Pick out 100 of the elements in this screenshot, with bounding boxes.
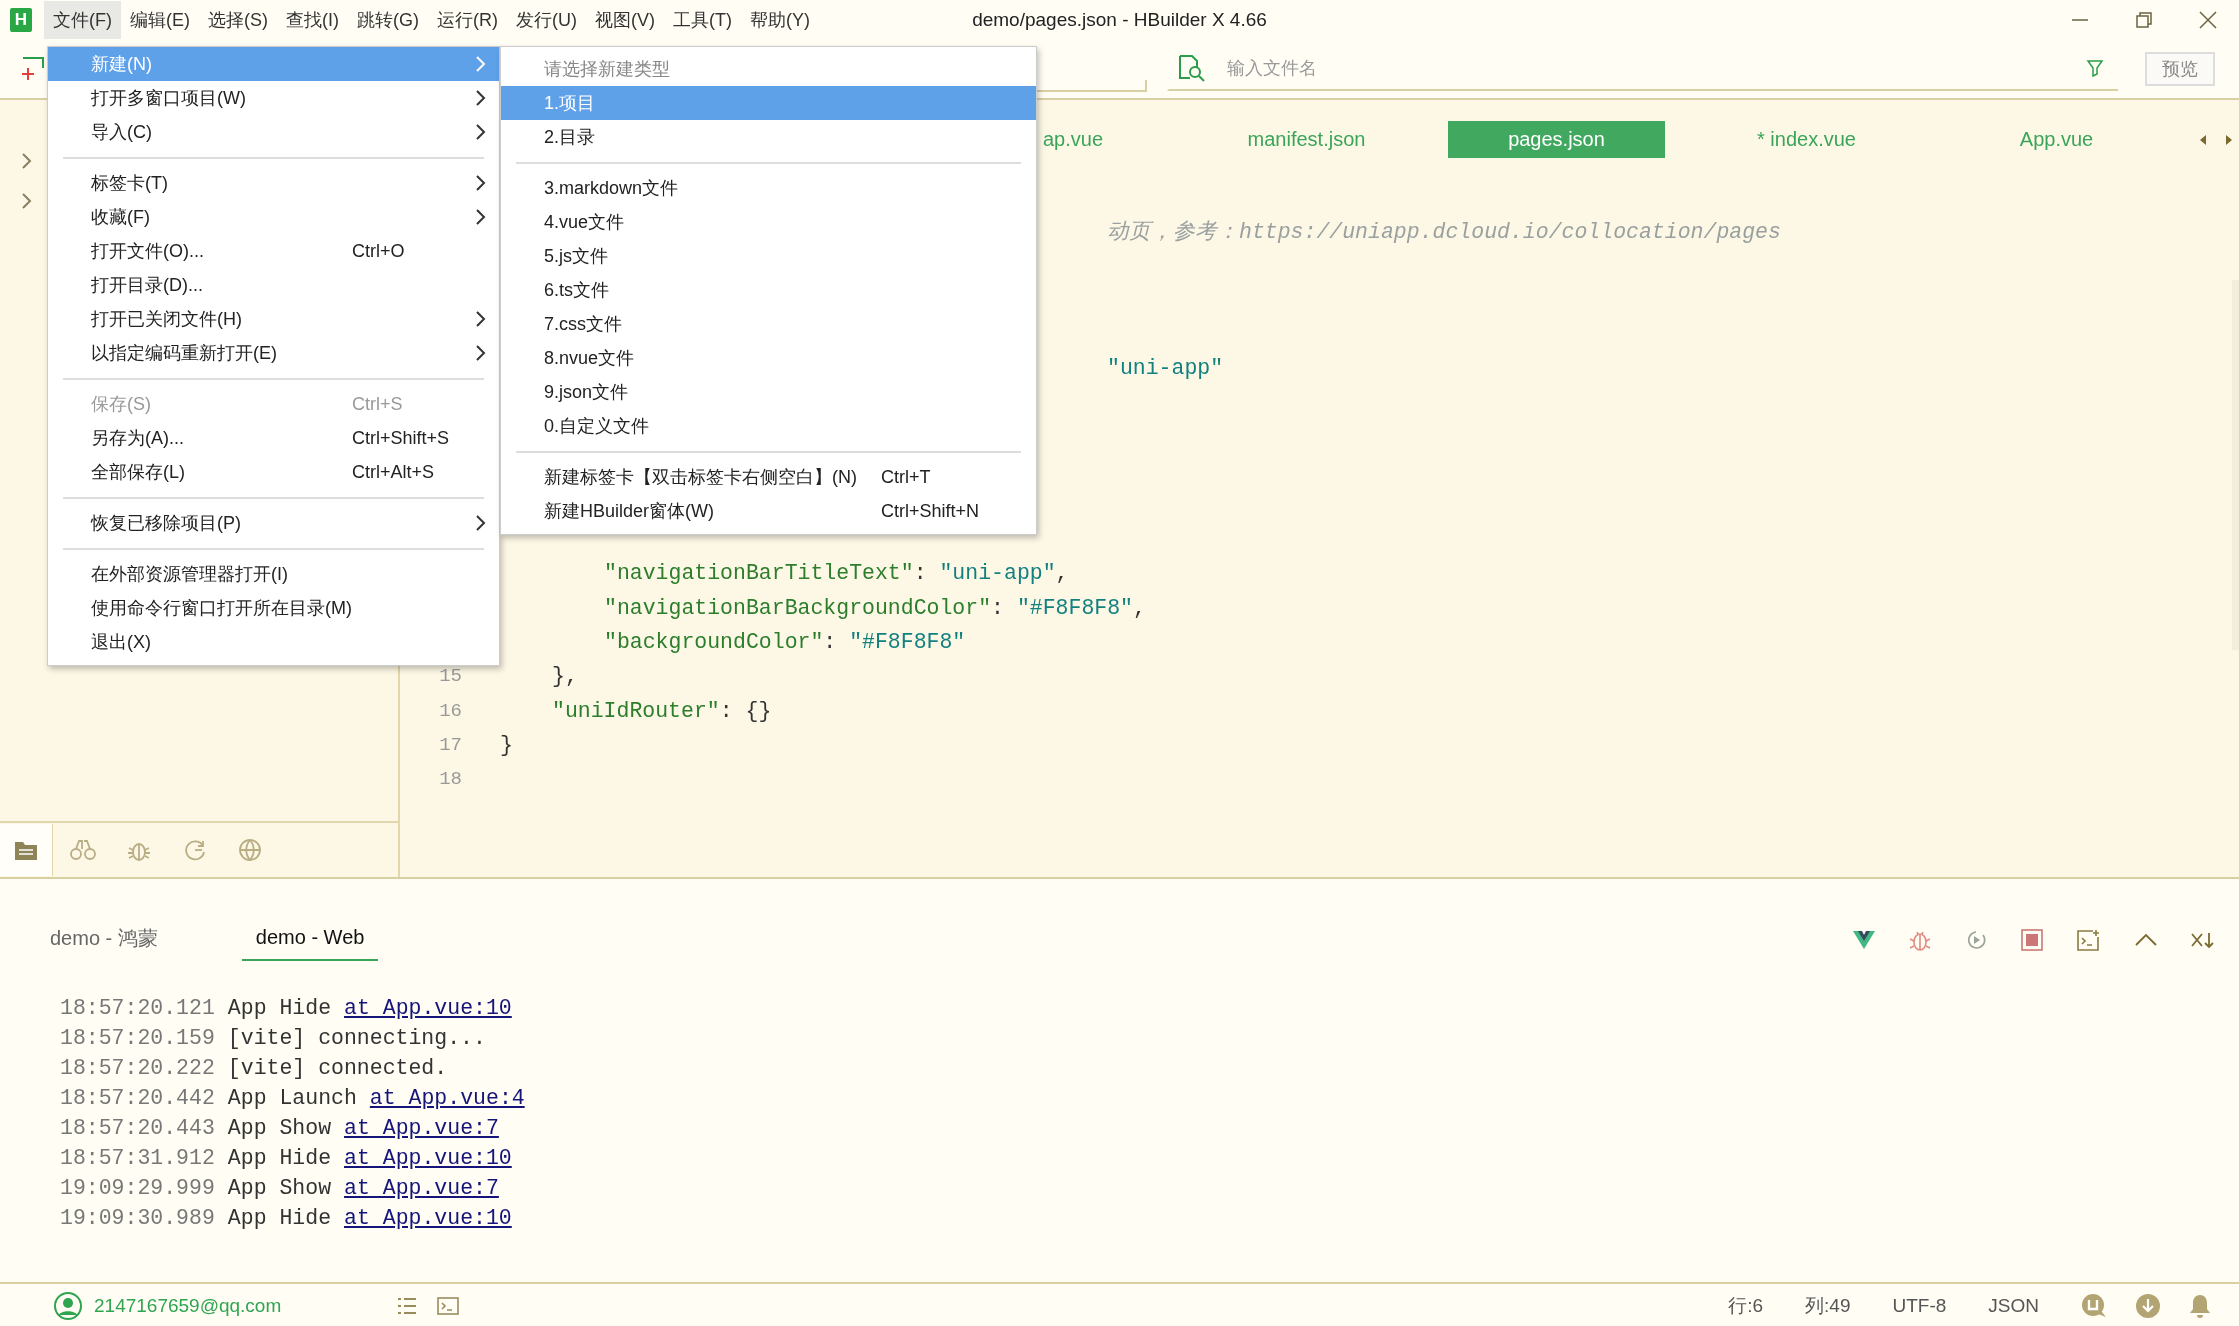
menu-entry[interactable]: 新建标签卡【双击标签卡右侧空白】(N) Ctrl+T (501, 460, 1036, 494)
menu-item[interactable]: 编辑(E) (121, 1, 199, 39)
shortcut-label: Ctrl+Shift+S (352, 427, 450, 449)
menu-label: 打开多窗口项目(W) (91, 87, 246, 110)
menu-label: 1.项目 (544, 92, 595, 115)
menu-entry[interactable]: 2.目录 (501, 120, 1036, 154)
close-icon[interactable] (2199, 11, 2217, 29)
scroll-right-icon[interactable] (2224, 133, 2234, 146)
menu-label: 导入(C) (91, 121, 152, 144)
new-file-icon[interactable] (20, 56, 46, 82)
source-link[interactable]: at App.vue:10 (344, 996, 512, 1020)
menu-label: 2.目录 (544, 126, 595, 149)
menu-entry[interactable]: 3.markdown文件 (501, 171, 1036, 205)
menu-label: 新建标签卡【双击标签卡右侧空白】(N) (544, 466, 857, 489)
collapse-icon[interactable] (2135, 932, 2157, 947)
line-number: 17 (438, 733, 462, 756)
menu-label: 标签卡(T) (91, 172, 168, 195)
menu-item[interactable]: 工具(T) (664, 1, 741, 39)
menu-entry[interactable]: 7.css文件 (501, 307, 1036, 341)
source-link[interactable]: at App.vue:7 (344, 1176, 499, 1200)
console-tab[interactable]: demo - 鸿蒙 (50, 917, 158, 962)
menu-entry[interactable]: 新建HBuilder窗体(W) Ctrl+Shift+N (501, 494, 1036, 528)
filter-icon[interactable] (2086, 59, 2104, 77)
terminal-icon[interactable] (437, 1297, 460, 1315)
menu-entry[interactable]: 8.nvue文件 (501, 341, 1036, 375)
cursor-line: 行:6 (1728, 1294, 1764, 1318)
log-time: 18:57:20.222 (60, 1056, 215, 1080)
binoculars-icon (70, 839, 96, 861)
source-link[interactable]: at App.vue:10 (344, 1146, 512, 1170)
download-icon[interactable] (2135, 1293, 2161, 1319)
code-line: "navigationBarTitleText": "uni-app", (604, 561, 1069, 586)
menu-entry[interactable]: 打开文件(O)... Ctrl+O (48, 234, 499, 268)
menu-entry[interactable]: 退出(X) (48, 625, 499, 659)
expand-icon[interactable] (20, 152, 34, 170)
log-message: App Show (227, 1116, 332, 1140)
menu-label: 新建HBuilder窗体(W) (544, 500, 714, 523)
menu-entry[interactable]: 0.自定义文件 (501, 409, 1036, 443)
console-tab[interactable]: demo - Web (241, 918, 379, 961)
language-label[interactable]: JSON (1988, 1295, 2039, 1317)
list-icon[interactable] (397, 1297, 418, 1315)
new-terminal-icon[interactable] (2077, 928, 2101, 951)
menu-entry[interactable]: 恢复已移除项目(P) (48, 506, 499, 540)
log-time: 19:09:30.989 (60, 1206, 215, 1230)
menu-entry[interactable]: 4.vue文件 (501, 205, 1036, 239)
menu-label: 保存(S) (91, 393, 151, 416)
menu-entry[interactable]: 打开目录(D)... (48, 268, 499, 302)
vue-icon[interactable] (1853, 929, 1875, 950)
menu-entry[interactable]: 全部保存(L) Ctrl+Alt+S (48, 455, 499, 489)
source-link[interactable]: at App.vue:7 (344, 1116, 499, 1140)
menu-entry[interactable]: 收藏(F) (48, 200, 499, 234)
chat-icon[interactable] (2081, 1293, 2107, 1319)
menu-label: 打开文件(O)... (91, 240, 204, 263)
menu-entry[interactable]: 6.ts文件 (501, 273, 1036, 307)
menu-label: 以指定编码重新打开(E) (91, 342, 277, 365)
menu-item[interactable]: 视图(V) (586, 1, 664, 39)
replay-icon[interactable] (1965, 928, 1987, 951)
log-message: App Show (227, 1176, 332, 1200)
stop-icon[interactable] (2021, 928, 2043, 951)
menu-item[interactable]: 运行(R) (428, 1, 507, 39)
code-line: } (500, 732, 513, 757)
menu-label: 4.vue文件 (544, 211, 625, 234)
menu-item[interactable]: 发行(U) (507, 1, 586, 39)
code-line: "navigationBarBackgroundColor": "#F8F8F8", (604, 595, 1146, 620)
sidebar-tab[interactable] (0, 824, 53, 876)
menu-entry[interactable]: 以指定编码重新打开(E) (48, 336, 499, 370)
source-link[interactable]: at App.vue:10 (344, 1206, 512, 1230)
user-icon[interactable] (54, 1292, 82, 1320)
menu-entry[interactable]: 9.json文件 (501, 375, 1036, 409)
shortcut-label: Ctrl+T (881, 466, 931, 488)
encoding-label[interactable]: UTF-8 (1892, 1295, 1947, 1317)
file-search-field[interactable]: 输入文件名 (1219, 57, 2074, 79)
menu-item[interactable]: 查找(I) (277, 1, 348, 39)
menu-label: 5.js文件 (544, 245, 608, 268)
preview-button[interactable]: 预览 (2145, 52, 2215, 86)
refresh-icon (183, 838, 207, 862)
shortcut-label: Ctrl+Alt+S (352, 461, 435, 483)
log-time: 18:57:20.442 (60, 1086, 215, 1110)
code-line: "backgroundColor": "#F8F8F8" (604, 630, 966, 654)
menu-entry[interactable]: 另存为(A)... Ctrl+Shift+S (48, 421, 499, 455)
menu-entry[interactable]: 导入(C) (48, 115, 499, 149)
menu-entry[interactable]: 5.js文件 (501, 239, 1036, 273)
menu-item[interactable]: 跳转(G) (348, 1, 428, 39)
menu-entry[interactable]: 标签卡(T) (48, 166, 499, 200)
menu-entry[interactable]: 打开已关闭文件(H) (48, 302, 499, 336)
menu-entry[interactable]: 在外部资源管理器打开(I) (48, 557, 499, 591)
menu-item[interactable]: 选择(S) (199, 1, 277, 39)
restore-icon[interactable] (2135, 11, 2153, 29)
bell-icon[interactable] (2189, 1294, 2211, 1318)
log-time: 19:09:29.999 (60, 1176, 215, 1200)
menu-entry[interactable]: 打开多窗口项目(W) (48, 81, 499, 115)
log-time: 18:57:20.121 (60, 996, 215, 1020)
menu-item[interactable]: 帮助(Y) (740, 1, 819, 39)
expand-icon[interactable] (20, 192, 34, 210)
menu-label: 打开已关闭文件(H) (91, 308, 242, 331)
menu-item[interactable]: 文件(F) (44, 1, 121, 39)
search-icon (1177, 54, 1207, 82)
source-link[interactable]: at App.vue:4 (369, 1086, 525, 1110)
scroll-left-icon[interactable] (2198, 133, 2208, 146)
files-icon (14, 839, 38, 861)
menu-entry[interactable]: 使用命令行窗口打开所在目录(M) (48, 591, 499, 625)
